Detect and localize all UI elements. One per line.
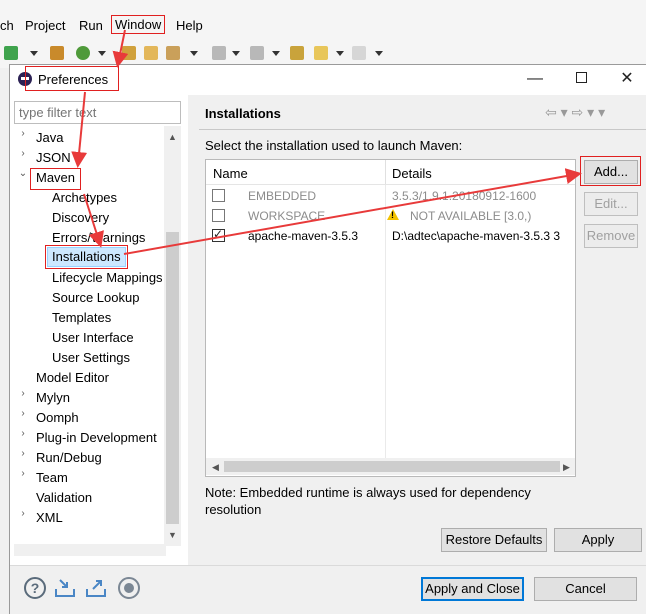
tree-horizontal-scrollbar[interactable] <box>14 544 166 556</box>
installation-name: EMBEDDED <box>248 189 317 203</box>
filter-input[interactable] <box>14 101 181 124</box>
column-header-details[interactable]: Details <box>392 166 432 181</box>
menu-window[interactable]: Window <box>111 15 166 34</box>
tree-item-mylyn[interactable]: Mylyn <box>36 388 70 408</box>
divider <box>199 129 646 130</box>
chevron-right-icon[interactable]: › <box>18 128 28 148</box>
chevron-right-icon[interactable]: › <box>18 508 28 528</box>
close-icon[interactable]: ✕ <box>618 70 636 88</box>
tree-item-archetypes[interactable]: Archetypes <box>52 188 117 208</box>
record-icon[interactable] <box>118 577 140 599</box>
chevron-down-icon[interactable] <box>190 51 198 56</box>
prev-annotation-icon[interactable] <box>250 46 264 60</box>
search-icon[interactable] <box>166 46 180 60</box>
refresh-icon[interactable] <box>76 46 90 60</box>
installation-name: WORKSPACE <box>248 209 326 223</box>
warning-icon <box>387 209 399 220</box>
tree-item-model-editor[interactable]: Model Editor <box>36 368 109 388</box>
folder-icon[interactable] <box>144 46 158 60</box>
row-checkbox[interactable] <box>212 209 225 222</box>
minimize-icon[interactable]: — <box>526 70 544 88</box>
installation-details: D:\adtec\apache-maven-3.5.3 3 <box>392 229 561 243</box>
tree-item-templates[interactable]: Templates <box>52 308 111 328</box>
chevron-right-icon[interactable]: › <box>18 448 28 468</box>
preferences-tree: › Java › JSON ⌄ Maven Archetypes Discove… <box>14 126 166 546</box>
maximize-icon[interactable] <box>572 70 590 88</box>
scroll-down-icon[interactable]: ▼ <box>164 528 181 542</box>
column-divider <box>385 160 386 186</box>
chevron-down-icon[interactable]: ⌄ <box>18 168 28 188</box>
menu-help[interactable]: Help <box>176 18 203 33</box>
page-navigation-icons[interactable]: ⇦ ▾ ⇨ ▾ ▾ <box>545 104 605 121</box>
tree-item-json[interactable]: JSON <box>36 148 71 168</box>
chevron-down-icon[interactable] <box>232 51 240 56</box>
row-checkbox[interactable] <box>212 189 225 202</box>
table-scroll-thumb[interactable] <box>224 461 560 472</box>
annotation-box <box>25 66 119 91</box>
import-icon[interactable] <box>54 577 76 599</box>
apply-button[interactable]: Apply <box>554 528 642 552</box>
tree-item-plugin-development[interactable]: Plug-in Development <box>36 428 157 448</box>
tree-item-xml[interactable]: XML <box>36 508 63 528</box>
chevron-down-icon[interactable] <box>375 51 383 56</box>
remove-button[interactable]: Remove <box>584 224 638 248</box>
next-annotation-icon[interactable] <box>212 46 226 60</box>
table-row[interactable]: EMBEDDED 3.5.3/1.9.1.20180912-1600 <box>206 186 575 206</box>
instruction-text: Select the installation used to launch M… <box>205 138 463 153</box>
tree-item-discovery[interactable]: Discovery <box>52 208 109 228</box>
chevron-down-icon[interactable] <box>98 51 106 56</box>
tree-scroll-thumb[interactable] <box>166 232 179 524</box>
scroll-left-icon[interactable]: ◀ <box>207 460 224 474</box>
tree-item-maven[interactable]: Maven <box>30 168 82 190</box>
note-text: Note: Embedded runtime is always used fo… <box>205 485 531 517</box>
run-icon[interactable] <box>4 46 18 60</box>
chevron-down-icon[interactable] <box>272 51 280 56</box>
tree-item-run-debug[interactable]: Run/Debug <box>36 448 102 468</box>
back-icon[interactable] <box>314 46 328 60</box>
chevron-down-icon[interactable] <box>336 51 344 56</box>
help-icon[interactable]: ? <box>24 577 46 599</box>
annotation-box <box>580 156 641 186</box>
chevron-down-icon[interactable] <box>30 51 38 56</box>
installation-details: 3.5.3/1.9.1.20180912-1600 <box>392 189 537 203</box>
apply-and-close-button[interactable]: Apply and Close <box>421 577 524 601</box>
installation-details: NOT AVAILABLE [3.0,) <box>410 209 532 223</box>
header-divider <box>206 184 575 185</box>
chevron-right-icon[interactable]: › <box>18 428 28 448</box>
table-row[interactable]: apache-maven-3.5.3 D:\adtec\apache-maven… <box>206 226 575 246</box>
restore-defaults-button[interactable]: Restore Defaults <box>441 528 547 552</box>
chevron-right-icon[interactable]: › <box>18 408 28 428</box>
scroll-up-icon[interactable]: ▲ <box>164 130 181 144</box>
tree-item-errors-warnings[interactable]: Errors/Warnings <box>52 228 145 248</box>
tree-item-oomph[interactable]: Oomph <box>36 408 79 428</box>
forward-icon[interactable] <box>352 46 366 60</box>
menu-search[interactable]: ch <box>0 18 14 33</box>
chevron-right-icon[interactable]: › <box>18 388 28 408</box>
tree-item-java[interactable]: Java <box>36 128 63 148</box>
row-checkbox[interactable] <box>212 227 225 242</box>
export-icon[interactable] <box>85 577 107 599</box>
menu-run[interactable]: Run <box>79 18 103 33</box>
tree-item-user-settings[interactable]: User Settings <box>52 348 130 368</box>
tree-item-source-lookup[interactable]: Source Lookup <box>52 288 139 308</box>
edit-button[interactable]: Edit... <box>584 192 638 216</box>
cancel-button[interactable]: Cancel <box>534 577 637 601</box>
tree-item-installations[interactable]: Installations <box>45 245 128 269</box>
chevron-right-icon[interactable]: › <box>18 468 28 488</box>
installation-name: apache-maven-3.5.3 <box>248 229 359 243</box>
scroll-right-icon[interactable]: ▶ <box>558 460 575 474</box>
page-title: Installations <box>205 106 281 121</box>
column-header-name[interactable]: Name <box>213 166 248 181</box>
last-edit-icon[interactable] <box>290 46 304 60</box>
open-type-icon[interactable] <box>122 46 136 60</box>
tree-item-validation[interactable]: Validation <box>36 488 92 508</box>
tree-item-team[interactable]: Team <box>36 468 68 488</box>
chevron-right-icon[interactable]: › <box>18 148 28 168</box>
package-icon[interactable] <box>50 46 64 60</box>
tree-item-lifecycle-mappings[interactable]: Lifecycle Mappings <box>52 268 163 288</box>
tree-item-user-interface[interactable]: User Interface <box>52 328 134 348</box>
menu-project[interactable]: Project <box>25 18 65 33</box>
